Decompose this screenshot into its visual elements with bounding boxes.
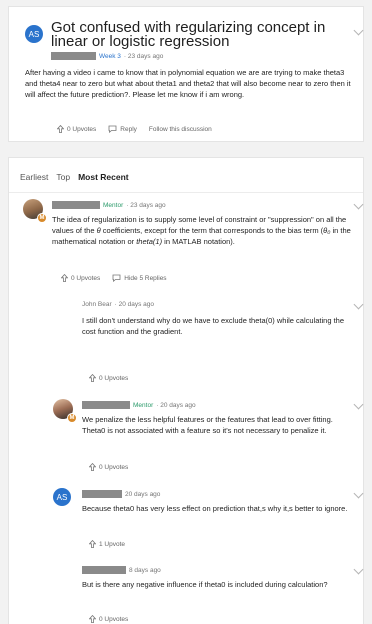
thread-card: AS Got confused with regularizing concep… [8, 6, 364, 142]
upvote-button[interactable]: 0 Upvotes [89, 615, 128, 623]
upvote-count: 0 Upvotes [99, 463, 129, 471]
follow-discussion-link[interactable]: Follow this discussion [149, 126, 212, 133]
chevron-down-icon[interactable] [353, 399, 364, 410]
upvote-icon [89, 615, 96, 623]
chevron-down-icon[interactable] [353, 25, 364, 36]
thread-body: After having a video i came to know that… [25, 68, 351, 99]
chevron-down-icon[interactable] [353, 564, 364, 575]
upvote-count: 1 Upvote [99, 540, 126, 548]
thread-actions: 0 Upvotes Reply Follow this discussion [57, 125, 212, 133]
author-name-redacted[interactable] [82, 401, 130, 409]
upvote-icon [61, 274, 68, 282]
upvote-count: 0 Upvotes [71, 274, 101, 282]
comment-time: 20 days ago [125, 490, 161, 498]
comment-time: · 20 days ago [156, 401, 196, 409]
chevron-down-icon[interactable] [353, 488, 364, 499]
comment-meta: Mentor · 23 days ago [52, 201, 166, 209]
chevron-down-icon[interactable] [353, 299, 364, 310]
comments-card: Earliest Top Most Recent M Mentor · 23 d… [8, 157, 364, 624]
comment-body: Because theta0 has very less effect on p… [82, 504, 348, 513]
upvote-count: 0 Upvotes [67, 125, 97, 133]
sort-earliest[interactable]: Earliest [20, 172, 48, 182]
mentor-label: Mentor [103, 201, 124, 209]
author-name-redacted[interactable] [82, 566, 126, 574]
upvote-icon [89, 463, 96, 471]
comment-body: But is there any negative influence if t… [82, 580, 328, 589]
comment-body: I still don't understand why do we have … [82, 316, 345, 336]
upvote-icon [89, 540, 96, 548]
sort-tabs: Earliest Top Most Recent [20, 172, 129, 182]
reply-button[interactable]: Reply [108, 125, 137, 133]
thread-time: · 23 days ago [123, 52, 164, 60]
upvote-count: 0 Upvotes [99, 374, 129, 382]
hide-replies-label: Hide 5 Replies [124, 274, 167, 282]
avatar[interactable]: AS [25, 25, 43, 43]
author-name-redacted[interactable] [51, 52, 96, 60]
reply-label: Reply [120, 125, 137, 133]
upvote-icon [57, 125, 64, 133]
chat-icon [112, 274, 121, 282]
comment-actions: 0 Upvotes Hide 5 Replies [61, 274, 167, 282]
comment-body: The idea of regularization is to supply … [52, 215, 351, 246]
upvote-button[interactable]: 1 Upvote [89, 540, 125, 548]
mentor-badge: M [37, 213, 47, 223]
thread-meta: Week 3 · 23 days ago [51, 52, 163, 60]
comment-actions: 0 Upvotes [89, 615, 128, 623]
comment-body: We penalize the less helpful features or… [82, 415, 333, 435]
avatar[interactable]: AS [53, 488, 71, 506]
chat-icon [108, 125, 117, 133]
sort-most-recent[interactable]: Most Recent [78, 172, 129, 182]
mentor-label: Mentor [133, 401, 154, 409]
comment-meta: 8 days ago [82, 566, 161, 574]
comment-actions: 0 Upvotes [89, 374, 128, 382]
comment-actions: 0 Upvotes [89, 463, 128, 471]
thread-title: Got confused with regularizing concept i… [51, 19, 326, 50]
comment-actions: 1 Upvote [89, 540, 125, 548]
upvote-button[interactable]: 0 Upvotes [57, 125, 96, 133]
comment-meta: Mentor · 20 days ago [82, 401, 196, 409]
comment-meta: John Bear · 20 days ago [82, 301, 154, 308]
upvote-count: 0 Upvotes [99, 615, 129, 623]
comment-time: · 23 days ago [126, 201, 166, 209]
hide-replies-button[interactable]: Hide 5 Replies [112, 274, 167, 282]
sort-top[interactable]: Top [56, 172, 70, 182]
comment-time: · 20 days ago [114, 301, 155, 308]
author-name-redacted[interactable] [52, 201, 100, 209]
comment-meta: 20 days ago [82, 490, 160, 498]
divider [9, 192, 363, 193]
author-name[interactable]: John Bear [82, 301, 112, 308]
week-link[interactable]: Week 3 [99, 53, 121, 60]
author-name-redacted[interactable] [82, 490, 122, 498]
upvote-icon [89, 374, 96, 382]
comment-time: 8 days ago [129, 566, 161, 574]
chevron-down-icon[interactable] [353, 199, 364, 210]
mentor-badge: M [67, 413, 77, 423]
upvote-button[interactable]: 0 Upvotes [61, 274, 100, 282]
upvote-button[interactable]: 0 Upvotes [89, 463, 128, 471]
upvote-button[interactable]: 0 Upvotes [89, 374, 128, 382]
